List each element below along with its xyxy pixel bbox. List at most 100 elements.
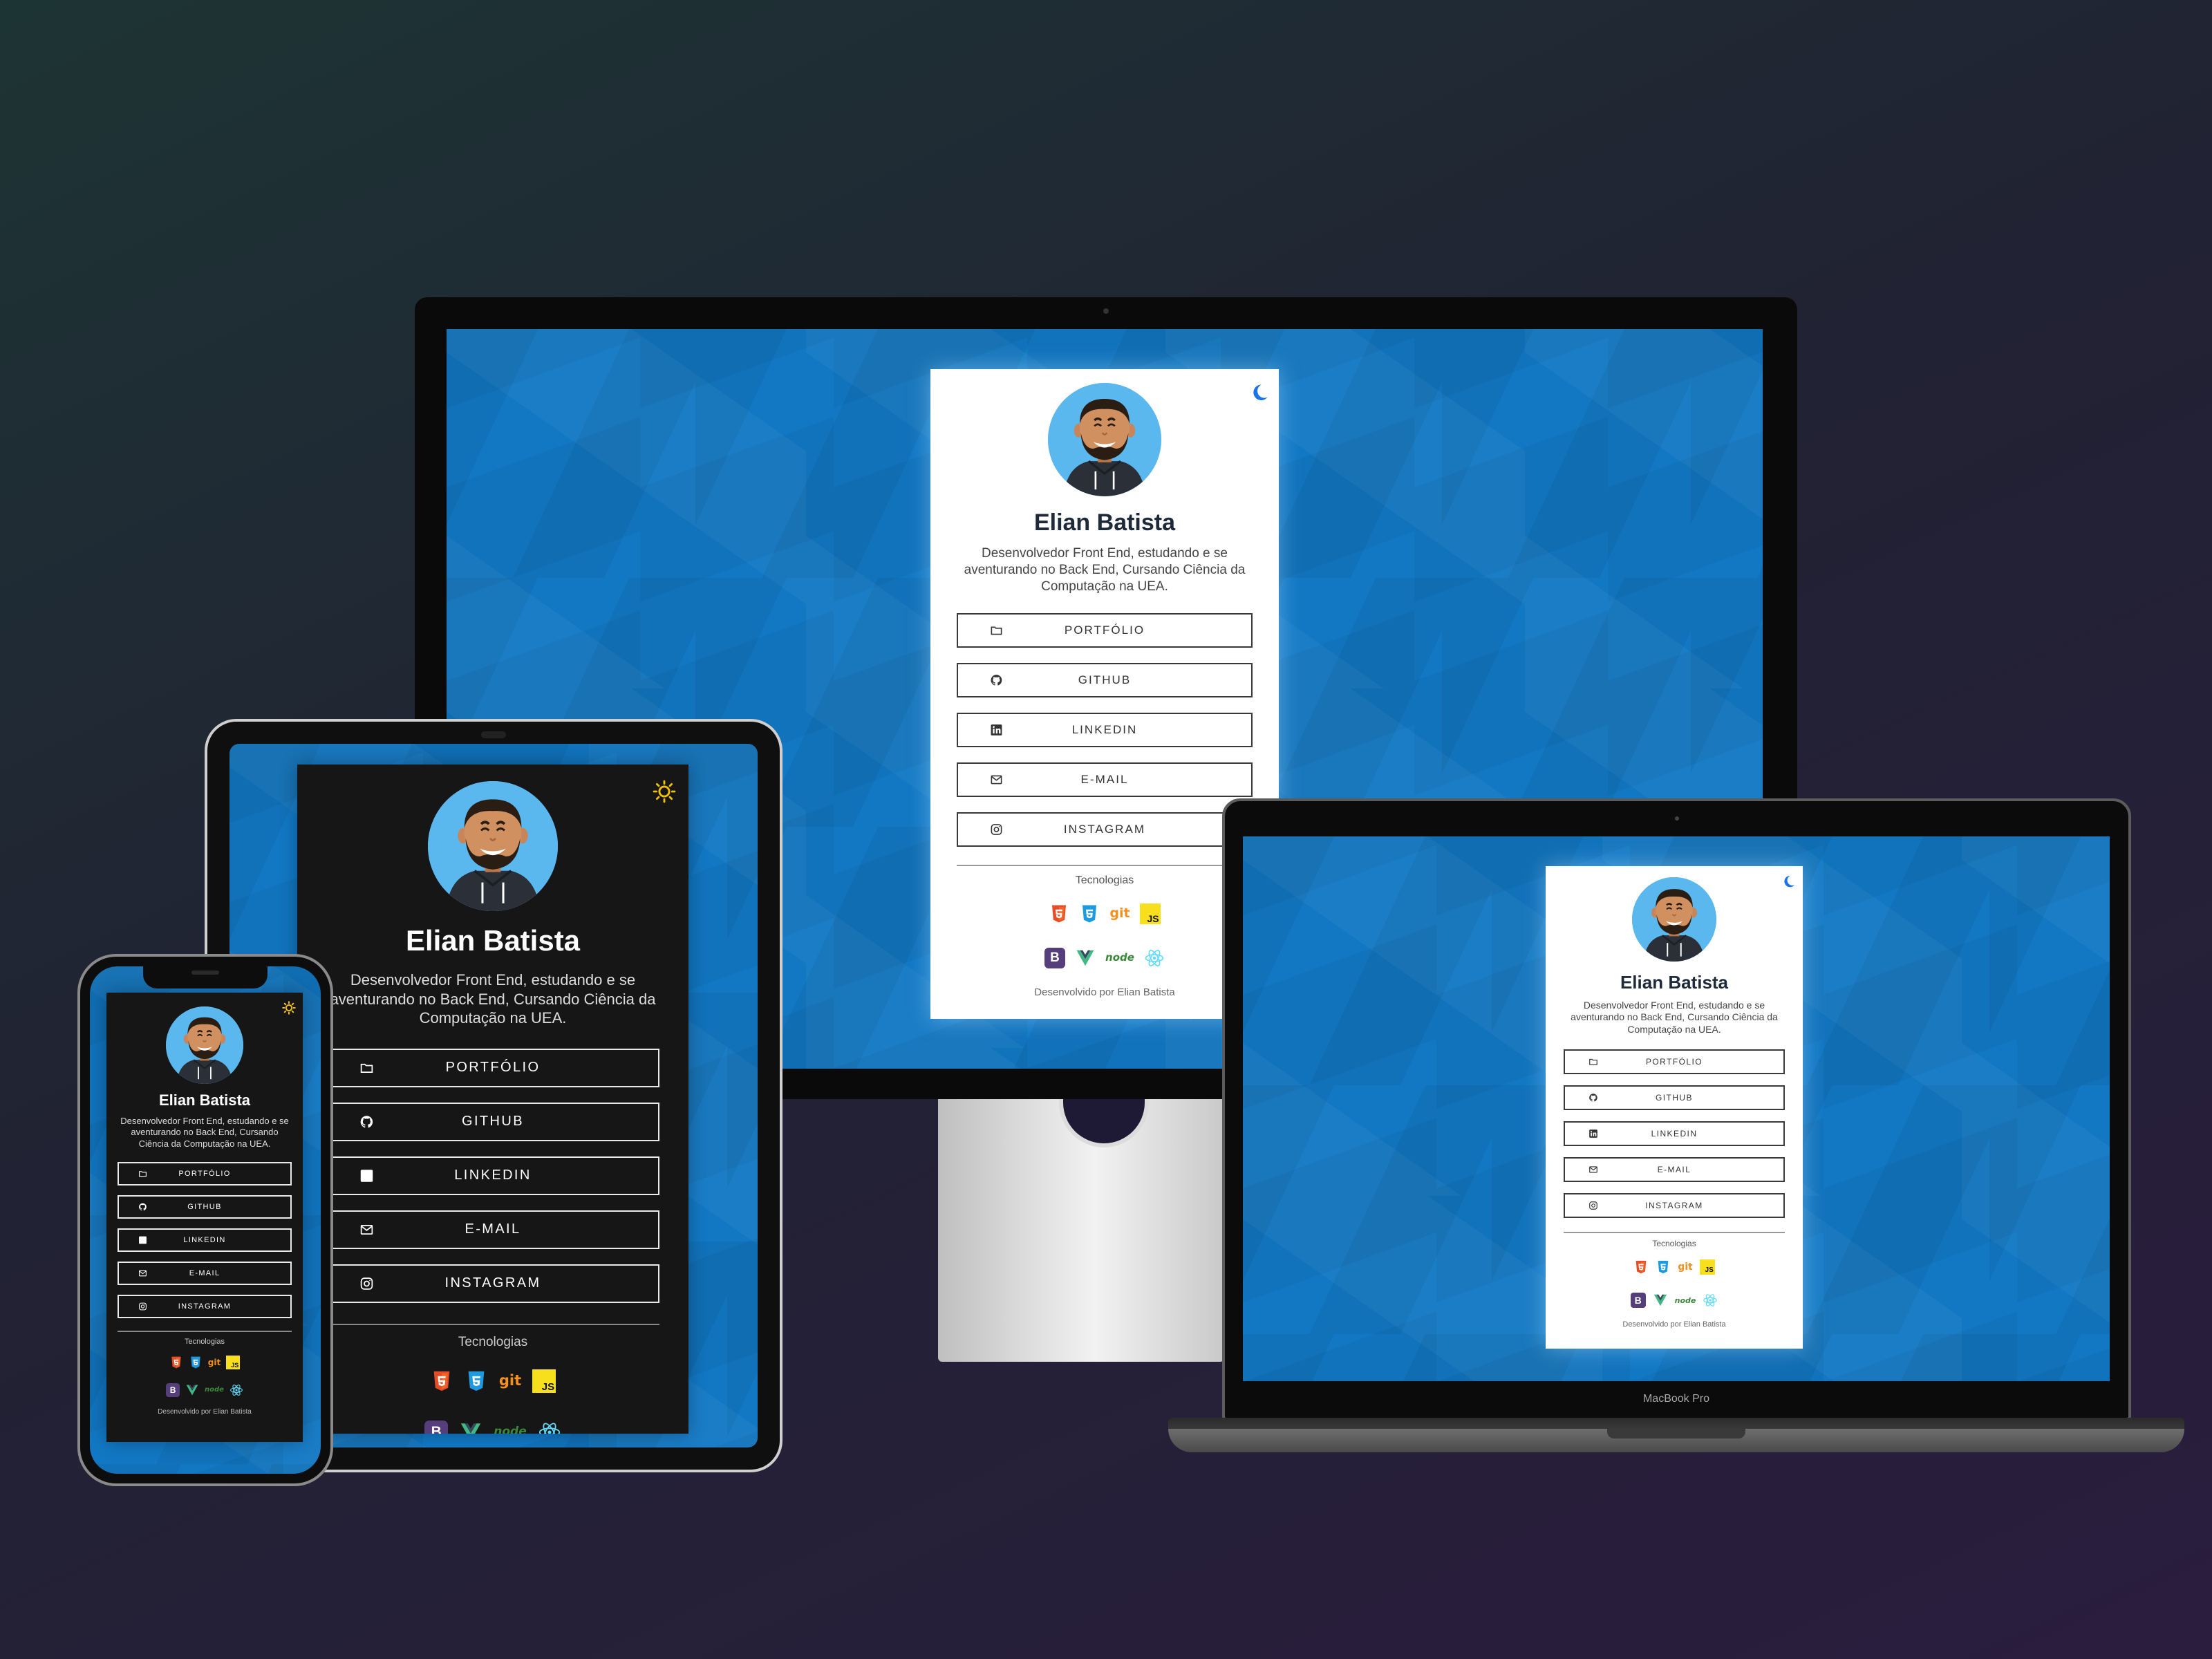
javascript-icon: JS bbox=[1139, 903, 1161, 924]
git-icon: git bbox=[1678, 1262, 1693, 1273]
instagram-button-label: INSTAGRAM bbox=[444, 1275, 541, 1291]
github-icon bbox=[359, 1114, 374, 1129]
vue-icon bbox=[185, 1383, 199, 1397]
css3-icon bbox=[1656, 1259, 1671, 1275]
instagram-icon bbox=[359, 1276, 374, 1291]
technologies-row-2: Bnode bbox=[166, 1382, 243, 1397]
macbook-camera bbox=[1675, 816, 1679, 821]
instagram-icon bbox=[138, 1302, 147, 1311]
macbook-link-card: Elian Batista Desenvolvedor Front End, e… bbox=[1546, 866, 1803, 1349]
git-icon: git bbox=[207, 1357, 221, 1367]
email-button[interactable]: E-MAIL bbox=[118, 1261, 292, 1285]
react-icon bbox=[538, 1421, 561, 1434]
linkedin-button-label: LINKEDIN bbox=[1651, 1129, 1698, 1139]
profile-bio: Desenvolvedor Front End, estudando e se … bbox=[964, 546, 1246, 594]
portfolio-button[interactable]: PORTFÓLIO bbox=[326, 1048, 659, 1087]
ipad-camera bbox=[481, 731, 506, 738]
technologies-row-2: Bnode bbox=[1630, 1293, 1718, 1309]
instagram-button-label: INSTAGRAM bbox=[1645, 1201, 1703, 1211]
html5-icon bbox=[169, 1356, 183, 1369]
instagram-button-label: INSTAGRAM bbox=[178, 1302, 232, 1311]
iphone-notch bbox=[143, 965, 268, 988]
email-button[interactable]: E-MAIL bbox=[1564, 1157, 1785, 1183]
node-icon: node bbox=[1105, 951, 1134, 964]
folder-icon bbox=[359, 1060, 374, 1075]
iphone-speaker bbox=[191, 971, 219, 975]
instagram-button[interactable]: INSTAGRAM bbox=[118, 1294, 292, 1318]
vue-icon bbox=[1075, 948, 1096, 968]
avatar bbox=[166, 1006, 243, 1084]
avatar bbox=[1632, 877, 1716, 962]
divider bbox=[118, 1330, 292, 1332]
vue-icon bbox=[459, 1421, 482, 1434]
sun-icon[interactable] bbox=[282, 1001, 296, 1015]
github-button[interactable]: GITHUB bbox=[1564, 1085, 1785, 1111]
technologies-row-1: git JS bbox=[169, 1355, 241, 1369]
github-button[interactable]: GITHUB bbox=[957, 662, 1253, 697]
credit-text: Desenvolvido por Elian Batista bbox=[1034, 986, 1175, 998]
email-button[interactable]: E-MAIL bbox=[326, 1210, 659, 1249]
react-icon bbox=[229, 1383, 243, 1397]
github-button-label: GITHUB bbox=[462, 1114, 524, 1130]
sun-icon[interactable] bbox=[653, 780, 676, 803]
folder-icon bbox=[138, 1169, 147, 1178]
avatar bbox=[1048, 383, 1161, 496]
technologies-title: Tecnologias bbox=[458, 1334, 528, 1349]
linkedin-button[interactable]: LINKEDIN bbox=[1564, 1121, 1785, 1147]
divider bbox=[326, 1323, 659, 1325]
moon-icon[interactable] bbox=[1781, 874, 1796, 890]
email-button[interactable]: E-MAIL bbox=[957, 762, 1253, 797]
instagram-icon bbox=[1588, 1201, 1598, 1210]
credit-text: Desenvolvido por Elian Batista bbox=[1622, 1320, 1726, 1329]
folder-icon bbox=[990, 624, 1003, 637]
technologies-title: Tecnologias bbox=[1075, 874, 1134, 886]
linkedin-button[interactable]: LINKEDIN bbox=[326, 1156, 659, 1195]
html5-icon bbox=[430, 1369, 453, 1393]
instagram-button[interactable]: INSTAGRAM bbox=[1564, 1193, 1785, 1219]
iphone-link-card: Elian Batista Desenvolvedor Front End, e… bbox=[106, 993, 303, 1442]
node-icon: node bbox=[205, 1385, 224, 1394]
email-icon bbox=[138, 1268, 147, 1277]
profile-bio: Desenvolvedor Front End, estudando e se … bbox=[330, 971, 656, 1027]
react-icon bbox=[1144, 948, 1165, 968]
javascript-icon: JS bbox=[1699, 1259, 1715, 1275]
technologies-title: Tecnologias bbox=[1652, 1239, 1696, 1249]
portfolio-button[interactable]: PORTFÓLIO bbox=[118, 1161, 292, 1185]
folder-icon bbox=[1588, 1057, 1598, 1067]
divider bbox=[1564, 1232, 1785, 1234]
profile-name: Elian Batista bbox=[1033, 509, 1176, 536]
technologies-row-2: Bnode bbox=[424, 1420, 561, 1434]
email-button-label: E-MAIL bbox=[1080, 772, 1129, 786]
technologies-row-1: git JS bbox=[1633, 1259, 1715, 1275]
github-button[interactable]: GITHUB bbox=[118, 1194, 292, 1219]
github-button[interactable]: GITHUB bbox=[326, 1102, 659, 1141]
iphone-device: Elian Batista Desenvolvedor Front End, e… bbox=[77, 954, 333, 1486]
link-buttons: PORTFÓLIO GITHUB LINKEDIN E-MAIL INSTAGR… bbox=[106, 1161, 303, 1318]
instagram-button[interactable]: INSTAGRAM bbox=[326, 1264, 659, 1303]
portfolio-button[interactable]: PORTFÓLIO bbox=[1564, 1049, 1785, 1075]
github-button-label: GITHUB bbox=[187, 1202, 222, 1211]
html5-icon bbox=[1633, 1259, 1649, 1275]
moon-icon[interactable] bbox=[1248, 383, 1269, 404]
github-button-label: GITHUB bbox=[1078, 673, 1132, 686]
profile-bio: Desenvolvedor Front End, estudando e se … bbox=[1571, 999, 1778, 1035]
email-button-label: E-MAIL bbox=[465, 1221, 521, 1237]
ipad-link-card: Elian Batista Desenvolvedor Front End, e… bbox=[297, 765, 688, 1434]
portfolio-button-label: PORTFÓLIO bbox=[445, 1060, 541, 1076]
linkedin-icon bbox=[138, 1235, 147, 1244]
credit-text: Desenvolvido por Elian Batista bbox=[158, 1407, 252, 1416]
node-icon: node bbox=[494, 1425, 527, 1434]
profile-bio: Desenvolvedor Front End, estudando e se … bbox=[120, 1116, 289, 1149]
linkedin-button[interactable]: LINKEDIN bbox=[118, 1228, 292, 1252]
macbook-screen: Elian Batista Desenvolvedor Front End, e… bbox=[1243, 836, 2110, 1381]
node-icon: node bbox=[1674, 1295, 1696, 1305]
bootstrap-icon: B bbox=[424, 1420, 449, 1434]
github-icon bbox=[138, 1202, 147, 1211]
avatar bbox=[428, 781, 558, 911]
git-icon: git bbox=[1109, 906, 1130, 921]
linkedin-button[interactable]: LINKEDIN bbox=[957, 712, 1253, 747]
technologies-row-1: git JS bbox=[1049, 903, 1161, 924]
technologies-row-1: git JS bbox=[430, 1369, 556, 1393]
portfolio-button[interactable]: PORTFÓLIO bbox=[957, 612, 1253, 648]
profile-name: Elian Batista bbox=[158, 1091, 251, 1109]
